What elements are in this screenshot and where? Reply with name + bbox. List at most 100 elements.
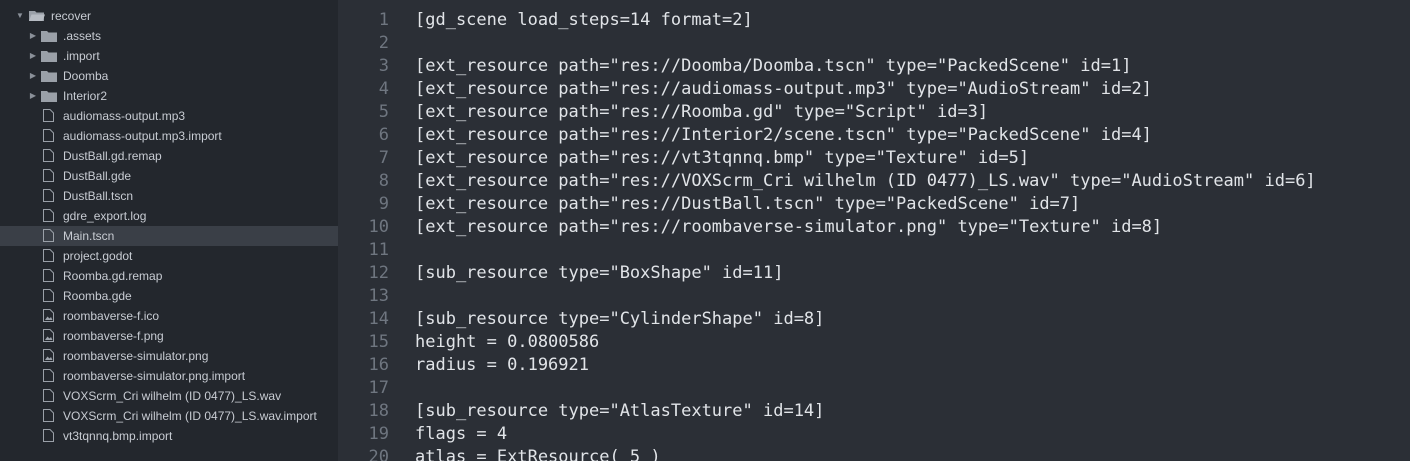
code-text: [ext_resource path="res://VOXScrm_Cri wi… (415, 171, 1316, 191)
tree-file[interactable]: DustBall.tscn (0, 186, 338, 206)
tree-item-label: DustBall.tscn (63, 189, 134, 203)
folder-icon (41, 91, 57, 102)
line-number: 10 (368, 217, 389, 237)
tree-file[interactable]: audiomass-output.mp3 (0, 106, 338, 126)
tree-item-label: audiomass-output.mp3.import (63, 129, 222, 143)
folder-icon (41, 31, 57, 42)
folder-open-icon (29, 11, 45, 21)
line-number: 16 (368, 355, 389, 375)
tree-folder[interactable]: ▶ Doomba (0, 66, 338, 86)
file-icon (43, 369, 54, 382)
tree-item-label: roombaverse-f.png (63, 329, 164, 343)
file-icon (43, 169, 54, 182)
file-icon (43, 269, 54, 282)
tree-item-label: Main.tscn (63, 229, 115, 243)
tree-file[interactable]: Roomba.gde (0, 286, 338, 306)
file-icon (43, 229, 54, 242)
file-icon (43, 389, 54, 402)
code-text: [sub_resource type="CylinderShape" id=8] (415, 309, 825, 329)
folder-icon (41, 51, 57, 62)
tree-item-label: Interior2 (63, 89, 108, 103)
tree-file[interactable]: Roomba.gd.remap (0, 266, 338, 286)
code-line[interactable]: 17 (338, 377, 1410, 400)
tree-file[interactable]: roombaverse-f.png (0, 326, 338, 346)
code-line[interactable]: 8 [ext_resource path="res://VOXScrm_Cri w… (338, 170, 1410, 193)
file-icon (43, 149, 54, 162)
tree-file[interactable]: roombaverse-f.ico (0, 306, 338, 326)
tree-item-label: Doomba (63, 69, 109, 83)
tree-item-label: .import (63, 49, 100, 63)
code-line[interactable]: 4 [ext_resource path="res://audiomass-out… (338, 78, 1410, 101)
tree-item-label: VOXScrm_Cri wilhelm (ID 0477)_LS.wav.imp… (63, 409, 317, 423)
line-number: 18 (368, 401, 389, 421)
image-file-icon (43, 349, 54, 362)
line-number: 19 (368, 424, 389, 444)
chevron-right-icon[interactable]: ▶ (28, 86, 38, 106)
code-line[interactable]: 6 [ext_resource path="res://Interior2/sce… (338, 124, 1410, 147)
code-line[interactable]: 5 [ext_resource path="res://Roomba.gd" ty… (338, 101, 1410, 124)
tree-file[interactable]: Main.tscn (0, 226, 338, 246)
file-icon (43, 209, 54, 222)
code-line[interactable]: 19 flags = 4 (338, 423, 1410, 446)
line-number: 8 (378, 171, 389, 191)
code-editor[interactable]: 1 [gd_scene load_steps=14 format=2] 2 3 [ext… (338, 0, 1410, 461)
folder-icon (41, 71, 57, 82)
code-line[interactable]: 11 (338, 239, 1410, 262)
code-line[interactable]: 7 [ext_resource path="res://vt3tqnnq.bmp"… (338, 147, 1410, 170)
tree-folder[interactable]: ▶ Interior2 (0, 86, 338, 106)
file-icon (43, 429, 54, 442)
line-number: 7 (378, 148, 389, 168)
code-line[interactable]: 2 (338, 32, 1410, 55)
line-number: 17 (368, 378, 389, 398)
chevron-right-icon[interactable]: ▶ (28, 66, 38, 86)
code-text: height = 0.0800586 (415, 332, 600, 352)
code-text: [ext_resource path="res://Interior2/scen… (415, 125, 1152, 145)
code-line[interactable]: 16 radius = 0.196921 (338, 354, 1410, 377)
code-text: [ext_resource path="res://Roomba.gd" typ… (415, 102, 989, 122)
tree-file[interactable]: gdre_export.log (0, 206, 338, 226)
code-line[interactable]: 10 [ext_resource path="res://roombaverse-… (338, 216, 1410, 239)
line-number: 5 (378, 102, 389, 122)
chevron-right-icon[interactable]: ▶ (28, 26, 38, 46)
code-line[interactable]: 15 height = 0.0800586 (338, 331, 1410, 354)
line-number: 20 (368, 447, 389, 461)
tree-folder[interactable]: ▶ .import (0, 46, 338, 66)
tree-file[interactable]: DustBall.gd.remap (0, 146, 338, 166)
code-line[interactable]: 12 [sub_resource type="BoxShape" id=11] (338, 262, 1410, 285)
tree-root-folder[interactable]: ▼ recover (0, 6, 338, 26)
tree-item-label: roombaverse-simulator.png (63, 349, 209, 363)
file-icon (43, 189, 54, 202)
tree-item-label: vt3tqnnq.bmp.import (63, 429, 173, 443)
code-line[interactable]: 20 atlas = ExtResource( 5 ) (338, 446, 1410, 461)
tree-item-label: Roomba.gde (63, 289, 132, 303)
line-number: 11 (368, 240, 389, 260)
code-line[interactable]: 18 [sub_resource type="AtlasTexture" id=1… (338, 400, 1410, 423)
chevron-down-icon[interactable]: ▼ (15, 6, 25, 26)
tree-file[interactable]: DustBall.gde (0, 166, 338, 186)
chevron-right-icon[interactable]: ▶ (28, 46, 38, 66)
file-icon (43, 129, 54, 142)
code-text: atlas = ExtResource( 5 ) (415, 447, 661, 461)
code-line[interactable]: 3 [ext_resource path="res://Doomba/Doomba… (338, 55, 1410, 78)
line-number: 4 (378, 79, 389, 99)
tree-item-label: .assets (63, 29, 102, 43)
tree-file[interactable]: audiomass-output.mp3.import (0, 126, 338, 146)
tree-folder[interactable]: ▶ .assets (0, 26, 338, 46)
tree-file[interactable]: roombaverse-simulator.png (0, 346, 338, 366)
code-text: flags = 4 (415, 424, 508, 444)
code-line[interactable]: 1 [gd_scene load_steps=14 format=2] (338, 9, 1410, 32)
code-line[interactable]: 14 [sub_resource type="CylinderShape" id=… (338, 308, 1410, 331)
code-text: [ext_resource path="res://roombaverse-si… (415, 217, 1163, 237)
tree-file[interactable]: project.godot (0, 246, 338, 266)
file-icon (43, 109, 54, 122)
tree-file[interactable]: VOXScrm_Cri wilhelm (ID 0477)_LS.wav.imp… (0, 406, 338, 426)
line-number: 9 (378, 194, 389, 214)
tree-file[interactable]: roombaverse-simulator.png.import (0, 366, 338, 386)
tree-file[interactable]: vt3tqnnq.bmp.import (0, 426, 338, 446)
code-line[interactable]: 9 [ext_resource path="res://DustBall.tscn… (338, 193, 1410, 216)
code-text: [ext_resource path="res://vt3tqnnq.bmp" … (415, 148, 1030, 168)
code-line[interactable]: 13 (338, 285, 1410, 308)
line-number: 3 (378, 56, 389, 76)
tree-root-label: recover (51, 9, 92, 23)
tree-file[interactable]: VOXScrm_Cri wilhelm (ID 0477)_LS.wav (0, 386, 338, 406)
